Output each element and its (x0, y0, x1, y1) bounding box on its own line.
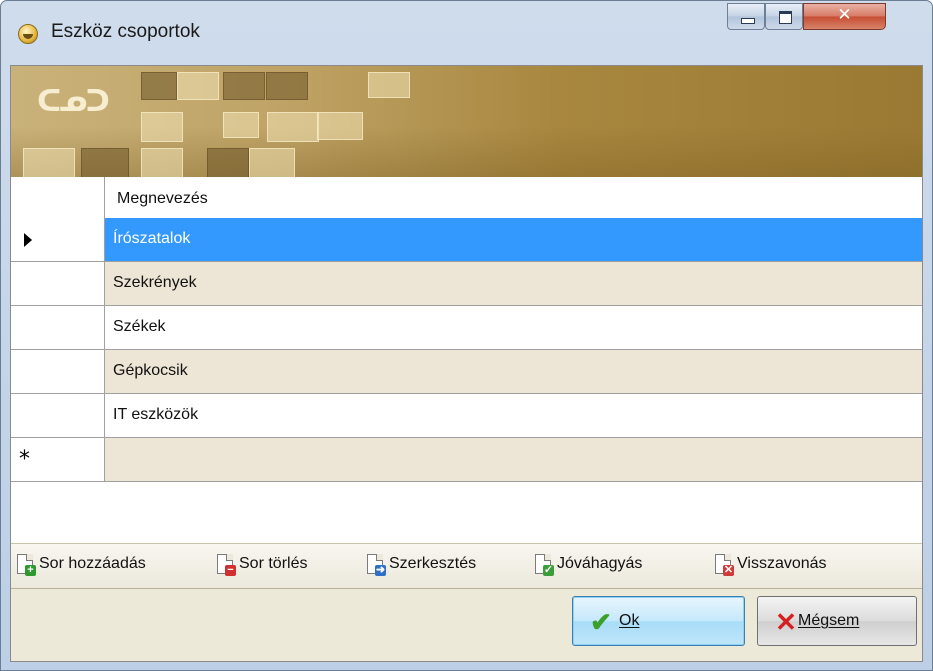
row-selector[interactable] (11, 306, 105, 350)
column-header-megnevezes[interactable]: Megnevezés (117, 190, 208, 208)
document-add-icon: + (17, 554, 36, 576)
x-icon: ✕ (775, 607, 797, 637)
row-selector[interactable] (11, 262, 105, 306)
grid-cell[interactable]: Gépkocsik (105, 350, 922, 394)
grid-cell[interactable]: Székek (105, 306, 922, 350)
row-selector[interactable] (11, 394, 105, 438)
close-icon: ✕ (837, 5, 852, 25)
row-actions-toolbar: + Sor hozzáadás − Sor törlés ➜ Szerkeszt… (11, 543, 922, 589)
grid-header-row: Megnevezés (11, 177, 922, 219)
header-banner-image: ᑕᓄᑐ (11, 66, 922, 177)
close-button[interactable]: ✕ (803, 3, 886, 30)
revert-button[interactable]: ✕ Visszavonás (715, 554, 885, 578)
new-row[interactable]: * (11, 438, 922, 482)
row-selector[interactable] (11, 350, 105, 394)
add-row-button[interactable]: + Sor hozzáadás (17, 554, 197, 578)
title-bar[interactable]: Eszköz csoportok ✕ (1, 1, 932, 65)
row-selector[interactable]: * (11, 438, 105, 482)
table-row[interactable]: Gépkocsik (11, 350, 922, 394)
app-icon[interactable] (18, 24, 38, 44)
document-delete-icon: − (217, 554, 236, 576)
minimize-icon (741, 18, 755, 24)
window-title: Eszköz csoportok (51, 21, 200, 42)
current-row-arrow-icon (24, 233, 32, 247)
cancel-button[interactable]: ✕ Mégsem (757, 596, 917, 646)
ok-button[interactable]: ✔ Ok (572, 596, 745, 646)
table-row[interactable]: Írószatalok (11, 218, 922, 262)
delete-row-button[interactable]: − Sor törlés (217, 554, 347, 578)
approve-button[interactable]: ✓ Jóváhagyás (535, 554, 695, 578)
maximize-icon (779, 11, 792, 24)
new-row-star-icon: * (19, 447, 30, 472)
row-selector[interactable] (11, 218, 105, 262)
table-row[interactable]: Szekrények (11, 262, 922, 306)
minimize-button[interactable] (727, 3, 765, 30)
edit-button[interactable]: ➜ Szerkesztés (367, 554, 517, 578)
grid-cell[interactable]: Írószatalok (105, 218, 922, 262)
new-row-cell[interactable] (105, 438, 922, 482)
document-edit-icon: ➜ (367, 554, 386, 576)
document-approve-icon: ✓ (535, 554, 554, 576)
ok-button-label: Ok (619, 612, 640, 629)
cancel-button-label: Mégsem (798, 612, 860, 629)
table-row[interactable]: Székek (11, 306, 922, 350)
grid-corner-cell[interactable] (11, 177, 105, 218)
dialog-window: Eszköz csoportok ✕ ᑕᓄᑐ Megnevezés Írósza… (0, 0, 933, 671)
data-grid[interactable]: Megnevezés Írószatalok Szekrények Székek… (11, 177, 922, 543)
grid-cell[interactable]: Szekrények (105, 262, 922, 306)
document-revert-icon: ✕ (715, 554, 734, 576)
grid-cell[interactable]: IT eszközök (105, 394, 922, 438)
maximize-button[interactable] (765, 3, 803, 30)
checkmark-icon: ✔ (590, 607, 612, 637)
dialog-client-area: ᑕᓄᑐ Megnevezés Írószatalok Szekrények Sz… (10, 65, 923, 662)
banner-logo-graphic: ᑕᓄᑐ (37, 84, 110, 119)
table-row[interactable]: IT eszközök (11, 394, 922, 438)
